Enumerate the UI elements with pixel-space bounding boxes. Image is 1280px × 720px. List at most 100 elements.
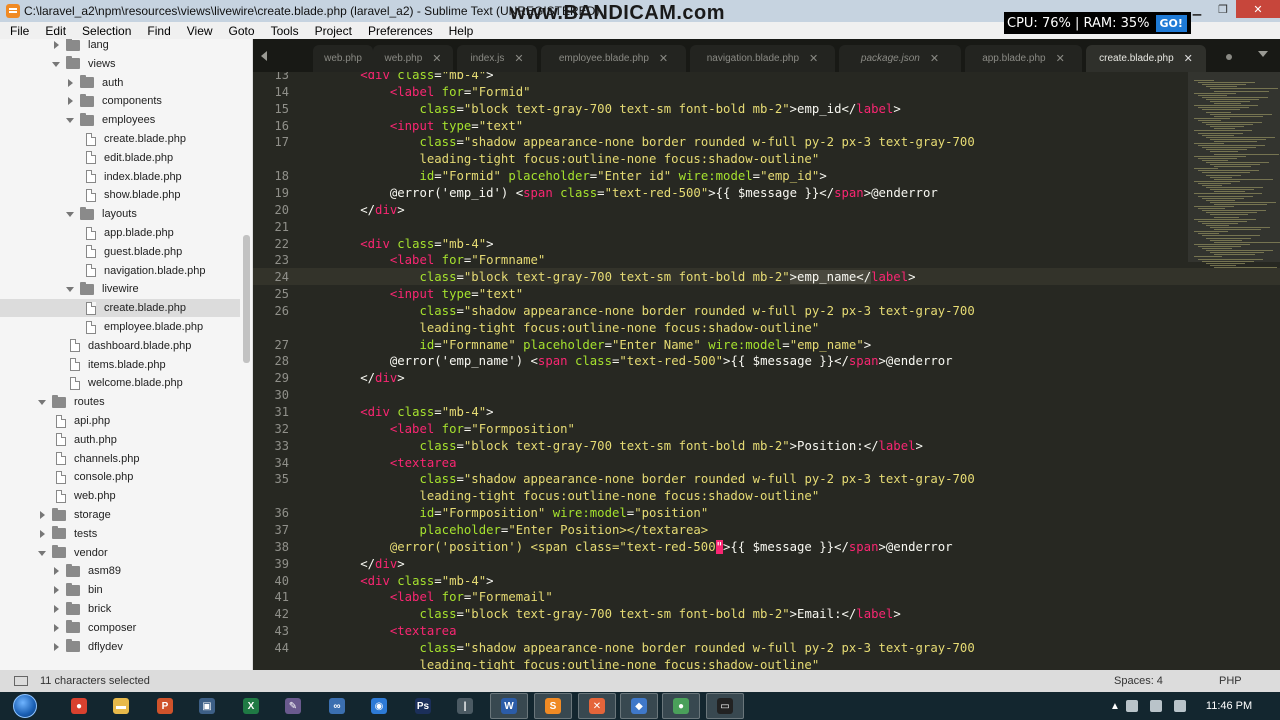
menu-help[interactable]: Help	[439, 24, 480, 38]
code-line[interactable]: </div>	[301, 370, 404, 387]
tab-close-icon[interactable]: ✕	[659, 52, 668, 65]
tab-package-json[interactable]: package.json ✕	[839, 45, 961, 72]
menu-file[interactable]: File	[0, 24, 35, 38]
taskbar-box[interactable]: ◆	[620, 693, 658, 719]
menu-preferences[interactable]: Preferences	[358, 24, 439, 38]
code-line[interactable]: class="shadow appearance-none border rou…	[301, 303, 974, 320]
code-line[interactable]: class="block text-gray-700 text-sm font-…	[301, 438, 922, 455]
menu-edit[interactable]: Edit	[35, 24, 72, 38]
code-line[interactable]: </div>	[301, 556, 404, 573]
tree-file[interactable]: app.blade.php	[0, 224, 240, 242]
maximize-icon[interactable]: ❐	[1210, 0, 1236, 18]
chevron-right-icon[interactable]	[66, 97, 74, 106]
code-line[interactable]: class="shadow appearance-none border rou…	[301, 134, 974, 151]
code-line[interactable]: <textarea	[301, 623, 457, 640]
code-line[interactable]: <label for="Formid"	[301, 84, 531, 101]
taskbar-link[interactable]: ∞	[318, 693, 356, 719]
tab-employee-blade-php[interactable]: employee.blade.php ✕	[541, 45, 686, 72]
tree-folder[interactable]: dflydev	[0, 638, 240, 656]
code-line[interactable]: <input type="text"	[301, 286, 523, 303]
tree-file[interactable]: navigation.blade.php	[0, 262, 240, 280]
tree-file[interactable]: console.php	[0, 468, 240, 486]
chevron-right-icon[interactable]	[38, 529, 46, 538]
tree-file[interactable]: welcome.blade.php	[0, 374, 240, 392]
chevron-down-icon[interactable]	[66, 210, 74, 218]
tree-folder[interactable]: bin	[0, 581, 240, 599]
tree-file[interactable]: items.blade.php	[0, 356, 240, 374]
code-line[interactable]: </div>	[301, 202, 404, 219]
tab-list-icon[interactable]	[1258, 51, 1268, 57]
tree-folder[interactable]: brick	[0, 600, 240, 618]
tree-file[interactable]: edit.blade.php	[0, 149, 240, 167]
menu-view[interactable]: View	[177, 24, 219, 38]
indentation-status[interactable]: Spaces: 4	[1114, 675, 1163, 687]
menu-tools[interactable]: Tools	[261, 24, 305, 38]
sidebar-scrollbar[interactable]	[243, 39, 251, 670]
start-button[interactable]	[10, 692, 40, 720]
code-line[interactable]: leading-tight focus:outline-none focus:s…	[301, 151, 819, 168]
chevron-right-icon[interactable]	[52, 642, 60, 651]
code-line[interactable]: @error('emp_id') <span class="text-red-5…	[301, 185, 938, 202]
chevron-right-icon[interactable]	[52, 567, 60, 576]
tree-file[interactable]: channels.php	[0, 450, 240, 468]
tree-folder[interactable]: components	[0, 92, 240, 110]
tree-folder[interactable]: layouts	[0, 205, 240, 223]
code-line[interactable]: leading-tight focus:outline-none focus:s…	[301, 488, 819, 505]
taskbar-monitor[interactable]: ▣	[188, 693, 226, 719]
taskbar-chrome-alt[interactable]: ●	[662, 693, 700, 719]
code-line[interactable]: id="Formname" placeholder="Enter Name" w…	[301, 337, 871, 354]
chevron-right-icon[interactable]	[52, 623, 60, 632]
tab-scroll-left-icon[interactable]	[261, 51, 267, 61]
clock[interactable]: 11:46 PM	[1206, 700, 1252, 712]
taskbar-excel[interactable]: X	[232, 693, 270, 719]
code-line[interactable]: leading-tight focus:outline-none focus:s…	[301, 657, 819, 670]
chevron-down-icon[interactable]	[38, 398, 46, 406]
tray-expand-icon[interactable]: ▲	[1110, 701, 1120, 712]
tab-close-icon[interactable]: ✕	[1184, 52, 1193, 65]
tree-folder[interactable]: tests	[0, 525, 240, 543]
chevron-right-icon[interactable]	[66, 78, 74, 87]
tree-file[interactable]: web.php	[0, 487, 240, 505]
code-line[interactable]: class="block text-gray-700 text-sm font-…	[301, 269, 916, 286]
tree-folder[interactable]: auth	[0, 74, 240, 92]
taskbar-xampp[interactable]: ✕	[578, 693, 616, 719]
close-icon[interactable]: ✕	[1236, 0, 1280, 18]
network-icon[interactable]	[1149, 700, 1162, 712]
syntax-status[interactable]: PHP	[1219, 675, 1242, 687]
code-line[interactable]: id="Formid" placeholder="Enter id" wire:…	[301, 168, 826, 185]
tree-folder[interactable]: routes	[0, 393, 240, 411]
tree-file[interactable]: create.blade.php	[0, 130, 240, 148]
tree-folder[interactable]: views	[0, 55, 240, 73]
code-line[interactable]: @error('emp_name') <span class="text-red…	[301, 353, 953, 370]
tab-navigation-blade-php[interactable]: navigation.blade.php ✕	[690, 45, 835, 72]
tree-folder[interactable]: asm89	[0, 562, 240, 580]
taskbar-terminal[interactable]: ▭	[706, 693, 744, 719]
tree-file[interactable]: dashboard.blade.php	[0, 337, 240, 355]
volume-icon[interactable]	[1173, 700, 1186, 712]
code-line[interactable]: <textarea	[301, 455, 457, 472]
tree-file[interactable]: auth.php	[0, 431, 240, 449]
chevron-right-icon[interactable]	[52, 605, 60, 613]
chevron-down-icon[interactable]	[38, 549, 46, 557]
tab-web-php[interactable]: web.php	[313, 45, 373, 72]
taskbar-globe[interactable]: ◉	[360, 693, 398, 719]
tab-create-blade-php[interactable]: create.blade.php ✕	[1086, 45, 1206, 72]
code-line[interactable]: <input type="text"	[301, 118, 523, 135]
tab-index-js[interactable]: index.js ✕	[457, 45, 537, 72]
tab-web-php[interactable]: web.php ✕	[373, 45, 453, 72]
taskbar-explorer[interactable]: ▬	[102, 693, 140, 719]
code-line[interactable]: class="block text-gray-700 text-sm font-…	[301, 606, 900, 623]
tree-folder[interactable]: storage	[0, 506, 240, 524]
panel-toggle-icon[interactable]	[14, 676, 28, 686]
tree-folder[interactable]: vendor	[0, 544, 240, 562]
code-editor[interactable]: 13 14 15 16 17 18 19 20 21 22 23 24 25 26 27 28 29 30 31 32…	[253, 72, 1280, 670]
menu-find[interactable]: Find	[137, 24, 176, 38]
chevron-down-icon[interactable]	[66, 285, 74, 293]
taskbar-tool[interactable]: ✎	[274, 693, 312, 719]
tree-file[interactable]: guest.blade.php	[0, 243, 240, 261]
code-line[interactable]: leading-tight focus:outline-none focus:s…	[301, 320, 819, 337]
go-button[interactable]: GO!	[1155, 14, 1187, 32]
chevron-right-icon[interactable]	[52, 41, 60, 49]
chevron-down-icon[interactable]	[66, 116, 74, 124]
code-line[interactable]: placeholder="Enter Position></textarea>	[301, 522, 708, 539]
